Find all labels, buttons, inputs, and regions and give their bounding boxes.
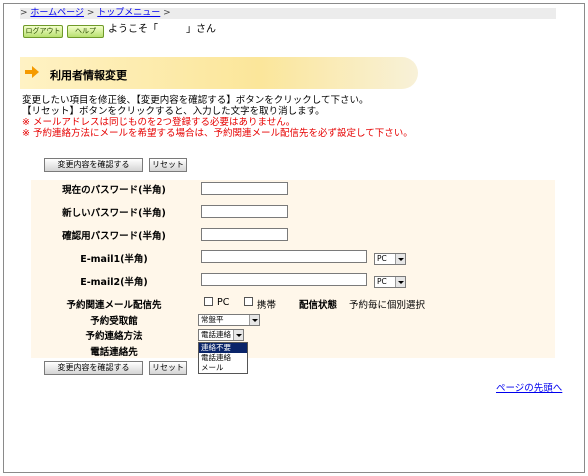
dest-pc-checkbox[interactable] bbox=[204, 297, 213, 306]
help-button[interactable]: ヘルプ bbox=[67, 25, 104, 38]
new-password-label: 新しいパスワード(半角) bbox=[62, 208, 166, 219]
confirm-changes-button[interactable]: 変更内容を確認する bbox=[44, 158, 143, 172]
dest-mobile-checkbox[interactable] bbox=[244, 297, 253, 306]
pickup-location-label: 予約受取館 bbox=[90, 316, 138, 327]
dest-mobile-label: 携帯 bbox=[257, 300, 277, 311]
email2-type-select[interactable]: PC bbox=[374, 276, 406, 288]
email1-type-select[interactable]: PC bbox=[374, 253, 406, 265]
email1-input[interactable] bbox=[201, 250, 367, 263]
reset-button[interactable]: リセット bbox=[149, 158, 187, 172]
email2-type-value: PC bbox=[377, 277, 387, 286]
welcome-prefix: ようこそ「 bbox=[108, 24, 158, 35]
chevron-down-icon bbox=[395, 254, 405, 264]
delivery-status-value: 予約毎に個別選択 bbox=[349, 300, 426, 311]
confirm-password-label: 確認用パスワード(半角) bbox=[62, 231, 166, 242]
breadcrumb: > ホームページ > トップメニュー > bbox=[20, 8, 556, 19]
welcome-suffix: 」さん bbox=[186, 24, 216, 35]
breadcrumb-top-menu-link[interactable]: トップメニュー bbox=[97, 8, 160, 18]
page-title-bar: 利用者情報変更 bbox=[20, 57, 418, 89]
dest-pc-label: PC bbox=[217, 297, 230, 308]
notice-line: ※ メールアドレスは同じものを2つ登録する必要はありません。 bbox=[22, 117, 296, 128]
current-password-input[interactable] bbox=[201, 182, 288, 195]
reset-button-bottom[interactable]: リセット bbox=[149, 361, 187, 375]
breadcrumb-separator: > bbox=[20, 8, 28, 18]
page-top-link[interactable]: ページの先頭へ bbox=[496, 380, 562, 394]
dropdown-option[interactable]: 連絡不要 bbox=[199, 343, 247, 353]
email2-input[interactable] bbox=[201, 273, 367, 286]
chevron-down-icon bbox=[249, 315, 259, 325]
instruction-line: 【リセット】ボタンをクリックすると、入力した文字を取り消します。 bbox=[22, 106, 325, 117]
arrow-right-icon bbox=[25, 66, 39, 78]
dropdown-option[interactable]: メール bbox=[199, 363, 247, 373]
mail-destination-label: 予約関連メール配信先 bbox=[66, 300, 162, 311]
breadcrumb-separator: > bbox=[163, 8, 171, 18]
phone-contact-label: 電話連絡先 bbox=[90, 347, 138, 358]
page-title: 利用者情報変更 bbox=[50, 69, 127, 82]
confirm-changes-button-bottom[interactable]: 変更内容を確認する bbox=[44, 361, 143, 375]
current-password-label: 現在のパスワード(半角) bbox=[62, 185, 166, 196]
breadcrumb-home-link[interactable]: ホームページ bbox=[30, 8, 84, 18]
email1-label: E-mail1(半角) bbox=[80, 254, 148, 265]
delivery-status-label: 配信状態 bbox=[299, 300, 338, 311]
notice-line: ※ 予約連絡方法にメールを希望する場合は、予約関連メール配信先を必ず設定して下さ… bbox=[22, 128, 413, 139]
chevron-down-icon bbox=[233, 330, 243, 340]
instruction-line: 変更したい項目を修正後、【変更内容を確認する】ボタンをクリックして下さい。 bbox=[22, 95, 369, 106]
contact-method-select[interactable]: 電話連絡 bbox=[198, 329, 244, 341]
contact-method-label: 予約連絡方法 bbox=[85, 331, 143, 342]
breadcrumb-separator: > bbox=[86, 8, 95, 18]
logout-button[interactable]: ログアウト bbox=[23, 25, 63, 38]
contact-method-dropdown-list: 連絡不要 電話連絡 メール bbox=[198, 342, 248, 374]
dropdown-option[interactable]: 電話連絡 bbox=[199, 353, 247, 363]
pickup-location-select[interactable]: 常盤平 bbox=[198, 314, 260, 326]
email1-type-value: PC bbox=[377, 254, 387, 263]
new-password-input[interactable] bbox=[201, 205, 288, 218]
welcome-message: ようこそ「 」さん bbox=[108, 24, 216, 36]
confirm-password-input[interactable] bbox=[201, 228, 288, 241]
contact-method-value: 電話連絡 bbox=[201, 330, 231, 339]
chevron-down-icon bbox=[395, 277, 405, 287]
instructions: 変更したい項目を修正後、【変更内容を確認する】ボタンをクリックして下さい。 【リ… bbox=[22, 95, 413, 139]
pickup-location-value: 常盤平 bbox=[201, 315, 224, 324]
email2-label: E-mail2(半角) bbox=[80, 277, 148, 288]
